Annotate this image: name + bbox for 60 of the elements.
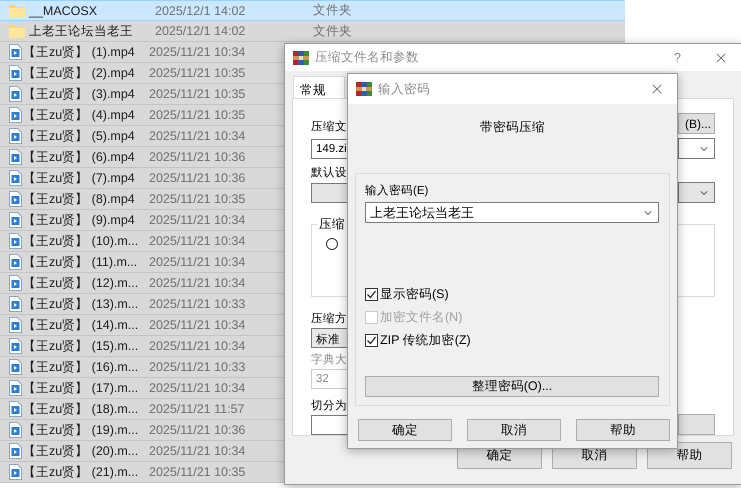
file-type: 文件夹 [313,22,352,40]
file-date: 2025/11/21 10:35 [149,465,246,479]
file-date: 2025/11/21 10:34 [149,381,246,395]
file-date: 2025/11/21 10:34 [149,234,246,248]
file-date: 2025/11/21 10:35 [149,87,246,101]
file-name: 【王zu贤】 (12).m... [23,274,140,292]
file-date: 2025/11/21 10:34 [149,339,246,353]
file-name: 【王zu贤】 (10).m... [23,232,140,250]
dictionary-label: 字典大 [311,352,347,367]
method-label: 压缩方 [311,311,347,326]
file-date: 2025/11/21 10:34 [149,318,246,332]
archive-name-label: 压缩文 [311,120,347,134]
window-title: 输入密码 [378,80,431,98]
file-name: 【王zu贤】 (1).mp4 [23,44,136,60]
file-date: 2025/11/21 10:36 [149,150,246,164]
file-date: 2025/11/21 10:34 [149,444,246,458]
file-name: 【王zu贤】 (13).m... [23,296,140,312]
file-date: 2025/11/21 11:57 [149,402,246,416]
file-name: 【王zu贤】 (9).mp4 [23,212,136,228]
file-name: 【王zu贤】 (7).mp4 [23,170,136,186]
file-date: 2025/11/21 10:34 [149,213,246,227]
file-date: 2025/11/21 10:36 [149,423,246,437]
window-title: 压缩文件名和参数 [315,49,420,66]
file-name: 【王zu贤】 (17).m... [23,380,140,396]
file-name: 【王zu贤】 (11).m... [23,254,138,270]
file-date: 2025/11/21 10:35 [149,108,246,122]
file-name: 【王zu贤】 (4).mp4 [23,106,136,124]
file-name: 【王zu贤】 (18).m... [23,400,140,418]
file-name: 【王zu贤】 (2).mp4 [23,64,136,82]
file-date: 2025/11/21 10:33 [149,360,246,374]
dialog-heading: 带密码压缩 [479,119,546,136]
file-name: __MACOSX [29,4,98,18]
file-name: 【王zu贤】 (21).m... [23,464,140,480]
checkbox-label: 加密文件名(N) [380,309,462,326]
file-date: 2025/11/21 10:34 [149,276,246,290]
file-date: 2025/11/21 10:36 [149,171,246,185]
file-date: 2025/12/1 14:02 [155,4,246,18]
file-name: 【王zu贤】 (3).mp4 [23,86,136,102]
checkbox-label: 显示密码(S) [380,286,449,303]
file-date: 2025/11/21 10:34 [149,129,246,143]
file-name: 上老王论坛当老王 [29,22,134,40]
file-date: 2025/12/1 14:02 [155,24,246,38]
password-label: 输入密码(E) [365,183,430,198]
file-name: 【王zu贤】 (20).m... [23,442,140,460]
file-date: 2025/11/21 10:34 [149,255,246,269]
profile-label: 默认设 [311,166,347,180]
file-name: 【王zu贤】 (19).m... [23,422,140,438]
file-date: 2025/11/21 10:35 [149,66,246,80]
split-label: 切分为 [311,398,347,413]
file-date: 2025/11/21 10:35 [149,192,246,206]
file-name: 【王zu贤】 (5).mp4 [23,128,136,144]
file-name: 【王zu贤】 (14).m... [23,316,140,334]
file-name: 【王zu贤】 (16).m... [23,358,140,376]
file-name: 【王zu贤】 (8).mp4 [23,190,136,208]
checkbox-label: ZIP 传统加密(Z) [380,332,471,349]
file-name: 【王zu贤】 (15).m... [23,338,140,354]
file-type: 文件夹 [313,2,352,19]
file-date: 2025/11/21 10:33 [149,297,246,311]
file-name: 【王zu贤】 (6).mp4 [23,148,136,166]
file-date: 2025/11/21 10:34 [149,45,246,59]
